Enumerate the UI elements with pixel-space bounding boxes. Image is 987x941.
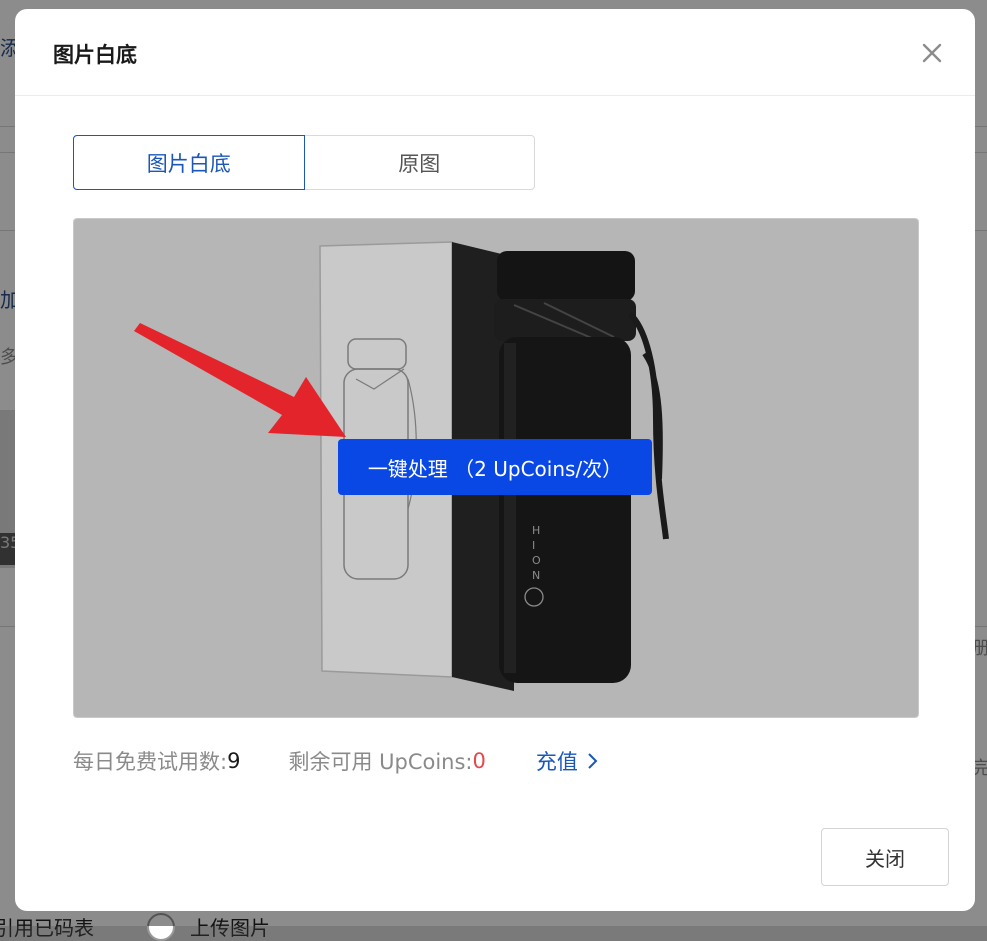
chevron-right-icon [588,753,598,769]
remaining-coins-value: 0 [472,749,486,773]
product-image-preview: F H I O N 一键处理 （2 UpCoins/次） [73,218,919,718]
recharge-link[interactable]: 充值 [536,746,602,776]
usage-stats: 每日免费试用数: 9 剩余可用 UpCoins: 0 充值 [73,746,602,776]
daily-free-value: 9 [227,749,241,773]
white-background-modal: 图片白底 图片白底 原图 H I O N 一键处理 （2 UpCoins/次） … [15,9,975,911]
close-button[interactable]: 关闭 [821,828,949,886]
close-icon[interactable] [919,40,945,66]
modal-title: 图片白底 [53,43,137,67]
modal-header: 图片白底 [15,9,975,96]
recharge-label: 充值 [535,750,578,774]
tab-white-background[interactable]: 图片白底 [73,135,305,190]
remaining-coins-label: 剩余可用 UpCoins: [288,750,473,774]
svg-text:H: H [532,524,540,537]
svg-text:I: I [532,539,535,552]
daily-free-label: 每日免费试用数: [73,750,228,774]
svg-text:O: O [532,554,541,567]
svg-text:N: N [532,569,540,582]
view-tabs: 图片白底 原图 [73,135,535,190]
tab-original[interactable]: 原图 [305,136,535,189]
one-click-process-button[interactable]: 一键处理 （2 UpCoins/次） [338,439,652,495]
